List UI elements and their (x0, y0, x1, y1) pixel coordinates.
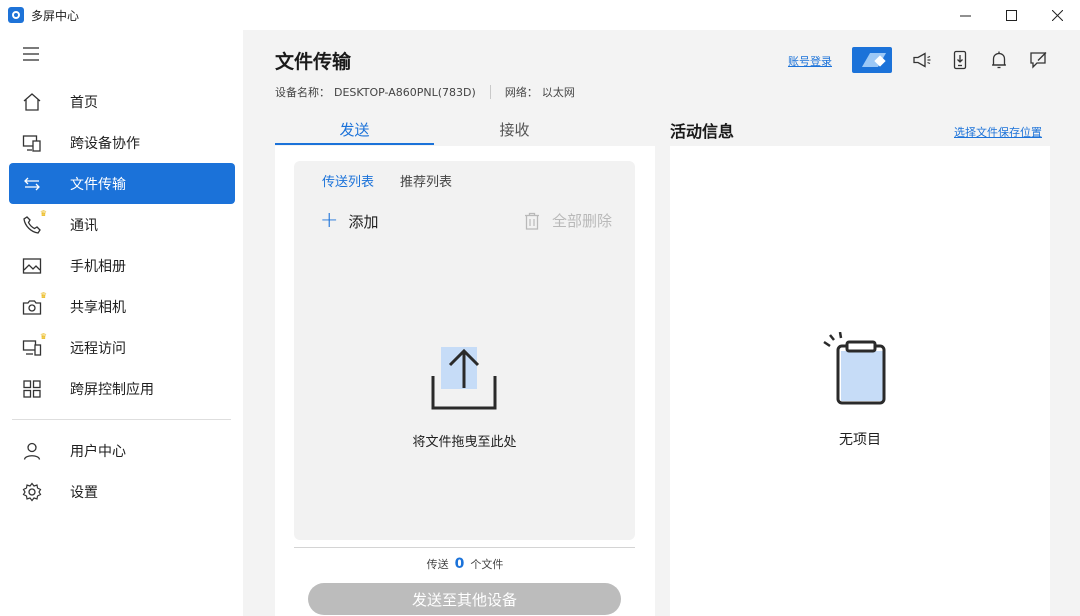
user-icon (21, 440, 43, 462)
sidebar-bottom-nav: 用户中心 设置 (9, 430, 235, 512)
send-count: 传送 0 个文件 (275, 556, 655, 572)
app-title: 多屏中心 (31, 8, 80, 23)
gallery-icon (21, 255, 43, 277)
sidebar-item-label: 共享相机 (70, 299, 126, 316)
camera-icon: ♛ (21, 291, 47, 318)
maximize-icon (1005, 9, 1017, 21)
device-info: 设备名称： DESKTOP-A860PNL(783D) 网络： 以太网 (275, 84, 575, 100)
sidebar-item-label: 首页 (70, 94, 98, 111)
delete-all-button[interactable]: 全部删除 (524, 210, 612, 231)
add-file-button[interactable]: + 添加 (320, 210, 378, 232)
device-name: DESKTOP-A860PNL(783D) (334, 85, 476, 99)
sidebar-item-cross-device[interactable]: 跨设备协作 (9, 122, 235, 163)
sidebar-item-label: 通讯 (70, 217, 98, 234)
phone-download-button[interactable] (949, 49, 971, 71)
premium-crown-icon: ♛ (39, 208, 47, 218)
sidebar-item-gallery[interactable]: 手机相册 (9, 245, 235, 286)
gear-icon (21, 481, 43, 503)
sidebar-item-user-center[interactable]: 用户中心 (9, 430, 235, 471)
subtab-send-list[interactable]: 传送列表 (322, 171, 374, 190)
page-title: 文件传输 (275, 51, 352, 73)
sidebar-nav: 首页 跨设备协作 文件传输 ♛ 通讯 手机相册 ♛ 共享相机 ♛ 远程访问 跨屏… (9, 81, 235, 409)
network-label: 网络： (504, 86, 538, 99)
upload-icon (431, 347, 497, 410)
sidebar-item-label: 文件传输 (70, 176, 126, 193)
sidebar-item-home[interactable]: 首页 (9, 81, 235, 122)
announcement-button[interactable] (911, 49, 933, 71)
tab-receive[interactable]: 接收 (434, 113, 595, 145)
account-login-link[interactable]: 账号登录 (788, 53, 832, 69)
feedback-button[interactable] (1028, 49, 1050, 71)
phone-download-icon (953, 50, 967, 70)
bell-icon (992, 51, 1006, 69)
sidebar-item-cross-screen-apps[interactable]: 跨屏控制应用 (9, 368, 235, 409)
send-count-suffix: 个文件 (470, 558, 504, 571)
menu-toggle-button[interactable] (20, 44, 42, 64)
network-value: 以太网 (541, 86, 575, 99)
empty-clipboard-icon (823, 332, 886, 405)
info-separator (489, 85, 491, 99)
home-icon (21, 91, 43, 113)
notifications-button[interactable] (988, 49, 1010, 71)
subtab-recommend-list[interactable]: 推荐列表 (400, 171, 452, 190)
sidebar-item-label: 设置 (70, 484, 98, 501)
window-controls (942, 0, 1080, 30)
close-icon (1051, 9, 1063, 21)
panel-divider (294, 547, 635, 548)
sidebar: 首页 跨设备协作 文件传输 ♛ 通讯 手机相册 ♛ 共享相机 ♛ 远程访问 跨屏… (0, 30, 243, 616)
file-drop-area[interactable]: 传送列表 推荐列表 + 添加 全部删除 将文件拖曳至此处 (294, 161, 635, 540)
minimize-icon (959, 15, 971, 16)
transfer-icon (21, 173, 43, 195)
close-button[interactable] (1034, 0, 1080, 30)
send-count-prefix: 传送 (426, 558, 449, 571)
app-logo-icon (8, 7, 24, 23)
send-to-device-button[interactable]: 发送至其他设备 (308, 583, 621, 615)
sidebar-item-communication[interactable]: ♛ 通讯 (9, 204, 235, 245)
promo-banner[interactable] (852, 47, 892, 73)
sidebar-item-shared-camera[interactable]: ♛ 共享相机 (9, 286, 235, 327)
devices-icon (21, 132, 43, 154)
tab-send[interactable]: 发送 (275, 113, 434, 145)
sidebar-item-label: 跨设备协作 (70, 135, 140, 152)
sidebar-item-file-transfer[interactable]: 文件传输 (9, 163, 235, 204)
sidebar-item-label: 用户中心 (70, 443, 126, 460)
trash-icon (524, 212, 540, 230)
send-panel: 传送列表 推荐列表 + 添加 全部删除 将文件拖曳至此处 传送 0 个文件 发送至其… (275, 146, 655, 616)
sidebar-item-settings[interactable]: 设置 (9, 471, 235, 512)
maximize-button[interactable] (988, 0, 1034, 30)
megaphone-icon (913, 52, 931, 68)
phone-icon: ♛ (21, 209, 47, 236)
activity-title: 活动信息 (670, 122, 735, 141)
sidebar-item-label: 跨屏控制应用 (70, 381, 154, 398)
sidebar-divider (12, 419, 231, 420)
drop-hint: 将文件拖曳至此处 (412, 435, 517, 450)
choose-save-location-link[interactable]: 选择文件保存位置 (954, 124, 1042, 140)
send-count-number: 0 (454, 556, 465, 572)
premium-crown-icon: ♛ (39, 331, 47, 341)
apps-grid-icon (21, 378, 43, 400)
hamburger-icon (23, 47, 39, 61)
empty-state-text: 无项目 (839, 432, 881, 448)
minimize-button[interactable] (942, 0, 988, 30)
remote-icon: ♛ (21, 332, 47, 359)
activity-panel: 无项目 (670, 146, 1050, 616)
sidebar-item-label: 远程访问 (70, 340, 126, 357)
sidebar-item-label: 手机相册 (70, 258, 126, 275)
delete-all-label: 全部删除 (552, 212, 613, 230)
premium-crown-icon: ♛ (39, 290, 47, 300)
title-bar: 多屏中心 (0, 0, 1080, 30)
transfer-tabs: 发送 接收 (275, 113, 655, 145)
feedback-icon (1030, 52, 1047, 69)
sidebar-item-remote-access[interactable]: ♛ 远程访问 (9, 327, 235, 368)
device-name-label: 设备名称： (275, 86, 330, 99)
plus-icon: + (320, 208, 339, 233)
add-file-label: 添加 (348, 212, 379, 231)
